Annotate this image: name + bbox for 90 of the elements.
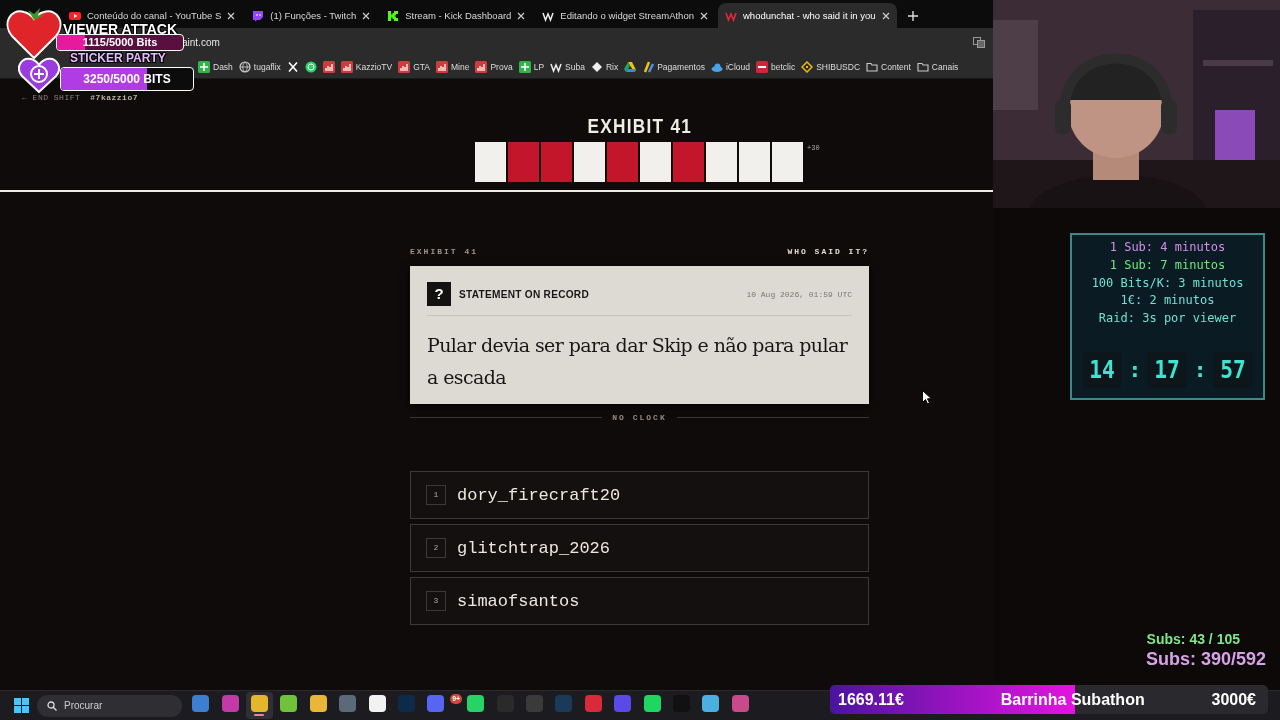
taskbar-button[interactable]	[245, 692, 274, 719]
diamond-outline-icon	[801, 61, 814, 73]
exhibit-title: EXHIBIT 41	[587, 115, 693, 137]
globe-icon	[238, 61, 251, 73]
user-handle: #7kazzio7	[90, 93, 139, 102]
address-text[interactable]: aint.com	[182, 36, 220, 48]
cloud-icon	[710, 61, 723, 73]
bookmark[interactable]: Rix	[590, 61, 619, 73]
close-icon[interactable]	[517, 11, 526, 20]
current-amount: 1669.11€	[838, 690, 904, 710]
bookmark[interactable]: LP	[518, 61, 545, 73]
cursor-icon	[922, 390, 932, 405]
card-icon	[756, 61, 769, 73]
bookmark[interactable]: iCloud	[710, 61, 751, 73]
bookmark[interactable]: KazzioTV	[340, 61, 393, 73]
search-placeholder: Procurar	[64, 700, 103, 711]
bar-chart-icon	[340, 61, 353, 73]
bookmark[interactable]: Canais	[916, 61, 959, 73]
timestamp: 10 Aug 2026, 01:59 UTC	[746, 289, 852, 299]
play-icon	[69, 9, 81, 22]
clock-separator: :	[1128, 357, 1142, 383]
timer-rule: 1€: 2 minutos	[1120, 292, 1215, 310]
option-number: 3	[426, 591, 446, 611]
close-icon[interactable]	[362, 11, 371, 20]
plus-square-icon	[198, 61, 210, 73]
option-name: dory_firecraft20	[457, 485, 621, 505]
bar-chart-icon	[398, 61, 411, 73]
blocks-icon	[387, 9, 400, 22]
prompt-label: WHO SAID IT?	[787, 247, 869, 256]
bookmark[interactable]: betclic	[756, 61, 796, 73]
bookmark[interactable]: GTA	[398, 61, 430, 73]
speech-icon	[252, 9, 265, 22]
timer-rule: Raid: 3s por viewer	[1098, 310, 1237, 328]
browser-tab[interactable]: Editando o widget StreamAthon	[535, 3, 715, 28]
plus-square-icon	[518, 61, 531, 73]
bar-chart-icon[interactable]	[322, 61, 335, 73]
zigzag-icon	[550, 61, 563, 73]
sub-count: Subs: 43 / 105	[1146, 630, 1240, 648]
triangle-icon[interactable]	[624, 61, 637, 73]
bar-chart-icon	[475, 61, 488, 73]
answer-option[interactable]: 3 simaofsantos	[410, 577, 869, 625]
close-icon[interactable]	[881, 11, 890, 20]
search-icon	[47, 700, 57, 711]
stripes-icon	[642, 61, 655, 73]
browser-tab[interactable]: Stream - Kick Dashboard	[380, 3, 533, 28]
close-icon[interactable]	[227, 11, 236, 20]
quote-text: Pular devia ser para dar Skip e não para pular a escada	[427, 333, 849, 390]
clock-separator: :	[1193, 357, 1207, 383]
plus-icon[interactable]	[907, 11, 918, 21]
bookmark[interactable]: Dash	[198, 61, 233, 73]
folder-icon	[916, 61, 929, 73]
option-name: simaofsantos	[457, 591, 580, 611]
goal-amount: 3000€	[1211, 690, 1256, 710]
goal-title: VIEWER ATTACK	[63, 21, 178, 37]
question-badge: ?	[427, 282, 451, 306]
bookmark[interactable]: Mine	[436, 61, 470, 73]
bookmark[interactable]: Pagamentos	[642, 61, 705, 73]
exhibit-label: EXHIBIT 41	[410, 247, 478, 256]
clock-digits: 17	[1148, 352, 1187, 388]
answer-option[interactable]: 1 dory_firecraft20	[410, 471, 869, 519]
search-field[interactable]: Procurar	[37, 694, 182, 717]
clock-digits: 57	[1214, 352, 1252, 388]
bookmark[interactable]: Content	[866, 61, 911, 73]
bookmark[interactable]: tugaflix	[238, 61, 281, 73]
sub-count: Subs: 390/592	[1145, 648, 1266, 671]
cross-icon[interactable]	[286, 61, 299, 73]
bookmark[interactable]: Prova	[475, 61, 513, 73]
browser-tab[interactable]: whodunchat - who said it in you	[718, 3, 897, 28]
clock-digits: 14	[1083, 352, 1121, 388]
timer-rule: 100 Bits/K: 3 minutos	[1091, 274, 1244, 292]
option-name: glitchtrap_2026	[457, 538, 611, 558]
translate-icon[interactable]	[973, 36, 985, 48]
windows-icon[interactable]	[14, 698, 29, 713]
chat-bubble-icon[interactable]	[304, 61, 317, 73]
bar-chart-icon	[436, 61, 448, 73]
option-number: 2	[426, 538, 446, 558]
card-heading: STATEMENT ON RECORD	[459, 288, 590, 300]
close-icon[interactable]	[700, 11, 708, 20]
clock-note: NO CLOCK	[612, 413, 667, 422]
goal-title: STICKER PARTY	[70, 51, 166, 65]
option-number: 1	[426, 485, 446, 505]
timer-rule: 1 Sub: 4 minutos	[1109, 239, 1226, 256]
answer-option[interactable]: 2 glitchtrap_2026	[410, 524, 869, 572]
timer-rule: 1 Sub: 7 minutos	[1109, 256, 1226, 274]
bookmark[interactable]: SHIBUSDC	[801, 61, 861, 73]
browser-tab[interactable]: (1) Funções - Twitch	[245, 3, 378, 28]
diamond-icon	[590, 61, 603, 73]
back-link[interactable]: ← END SHIFT	[22, 93, 81, 102]
folder-icon	[866, 61, 879, 73]
bookmark[interactable]: Suba	[550, 61, 585, 73]
